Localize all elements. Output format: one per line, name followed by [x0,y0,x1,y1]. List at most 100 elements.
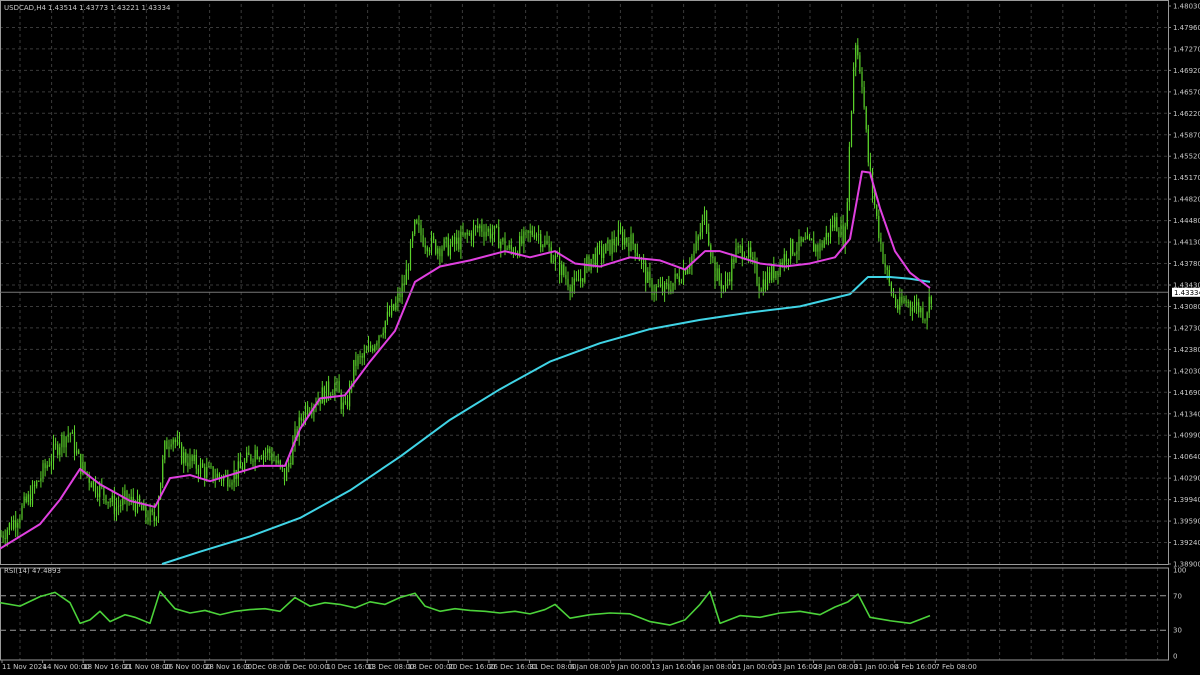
candle-body [779,262,781,275]
candle-body [918,302,920,313]
price-tick-label: 1.41340 [1173,410,1200,418]
price-tick-label: 1.45870 [1173,131,1200,139]
candle-body [676,273,678,277]
candle-body [552,261,554,263]
candle-body [418,223,420,226]
candle-body [6,530,8,539]
candle-body [836,217,838,232]
candle-body [109,501,111,503]
candle-body [370,345,372,349]
candle-body [645,262,647,283]
candle-body [36,481,38,487]
candle-body [275,459,277,463]
candle-body [118,505,120,507]
candle-body [827,232,829,238]
candle-body [170,444,172,447]
time-tick-label: 3 Dec 08:00 [245,663,288,671]
candle-body [911,307,913,312]
candle-body [430,236,433,251]
candle-body [739,245,741,247]
time-tick-label: 9 Jan 00:00 [611,663,651,671]
candle-body [823,240,825,248]
candle-body [42,463,44,478]
candle-body [405,269,407,285]
candle-body [556,255,559,257]
candle-body [899,296,901,310]
candle-body [729,279,731,282]
trading-chart[interactable]: 1.48030 1.47960 1.47270 1.46920 1.46570 1.462… [0,0,1200,675]
candle-body [260,458,262,459]
candle-body [737,245,739,248]
candle-body [67,434,69,437]
candle-body [834,217,836,228]
candle-body [134,503,136,512]
candle-body [439,248,441,257]
candle-body [71,432,73,434]
candle-body [460,231,462,250]
candle-body [57,444,59,455]
candle-body [216,473,218,479]
candle-body [701,220,703,233]
candle-body [752,257,754,259]
candle-body [40,477,42,482]
candle-body [533,234,535,238]
candle-body [844,226,846,245]
candle-body [252,460,254,462]
candle-body [848,146,850,203]
candle-body [176,439,178,443]
candle-body [554,255,556,262]
candle-body [840,224,842,237]
candle-body [659,284,661,287]
candle-body [424,245,426,248]
candle-body [577,279,580,282]
candle-body [395,302,397,310]
time-tick-label: 6 Dec 00:00 [286,663,329,671]
candle-body [496,225,498,228]
candle-body [800,236,802,242]
candle-body [475,226,477,228]
candle-body [166,441,168,450]
candle-body [922,307,924,320]
candle-body [699,232,701,237]
candle-body [409,241,412,271]
candle-body [790,239,792,260]
candle-body [399,294,401,297]
candle-body [596,246,598,266]
candle-body [105,495,107,504]
candle-body [391,304,393,316]
candle-body [76,450,78,454]
price-tick-label: 1.43780 [1173,260,1200,268]
candle-body [695,240,697,252]
price-tick-label: 1.47960 [1173,24,1200,32]
candle-body [661,284,664,293]
candle-body [435,240,437,254]
candle-body [103,486,105,496]
price-tick-label: 1.41690 [1173,389,1200,397]
candle-body [869,162,871,170]
price-tick-label: 1.46220 [1173,110,1200,118]
candle-body [905,300,907,303]
candle-body [346,401,349,407]
candle-body [897,304,899,310]
candle-body [94,480,97,494]
candle-body [407,269,409,271]
candle-body [344,401,346,403]
candle-body [748,247,750,258]
price-tick-label: 1.42380 [1173,346,1200,354]
candle-body [745,257,748,259]
candle-body [542,245,544,248]
candle-body [842,224,844,245]
price-tick-label: 1.44820 [1173,196,1200,204]
candle-body [210,466,212,467]
candle-body [775,271,777,279]
candle-body [19,518,21,524]
candle-body [764,279,766,289]
candle-body [342,402,344,410]
candle-body [426,247,428,252]
candle-body [164,441,166,460]
candle-body [787,259,790,262]
candle-body [653,293,655,295]
candle-body [254,449,256,462]
candle-body [731,258,733,282]
candle-body [521,236,523,244]
